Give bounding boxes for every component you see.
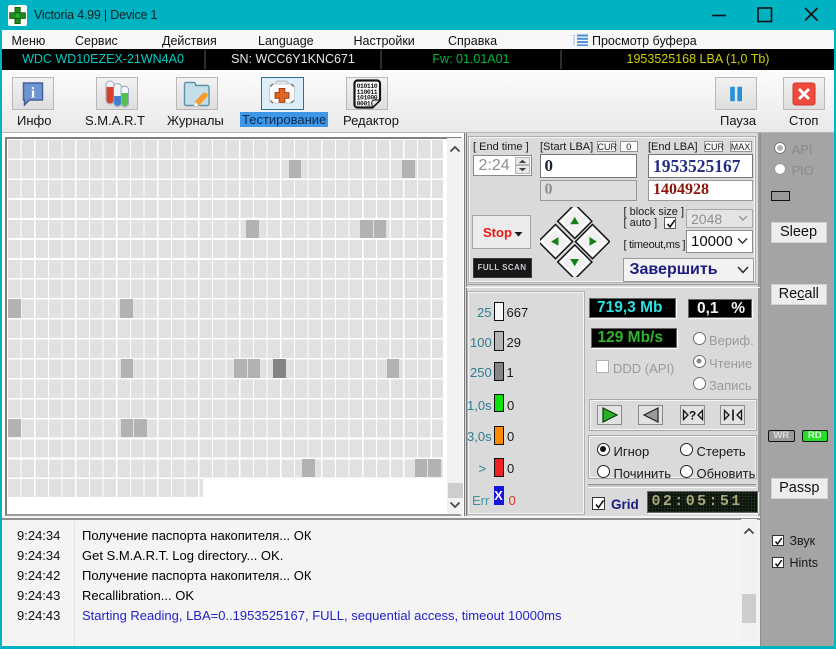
svg-text:0001: 0001	[357, 100, 371, 107]
svg-text:i: i	[30, 85, 34, 101]
svg-text:?: ?	[688, 409, 695, 423]
